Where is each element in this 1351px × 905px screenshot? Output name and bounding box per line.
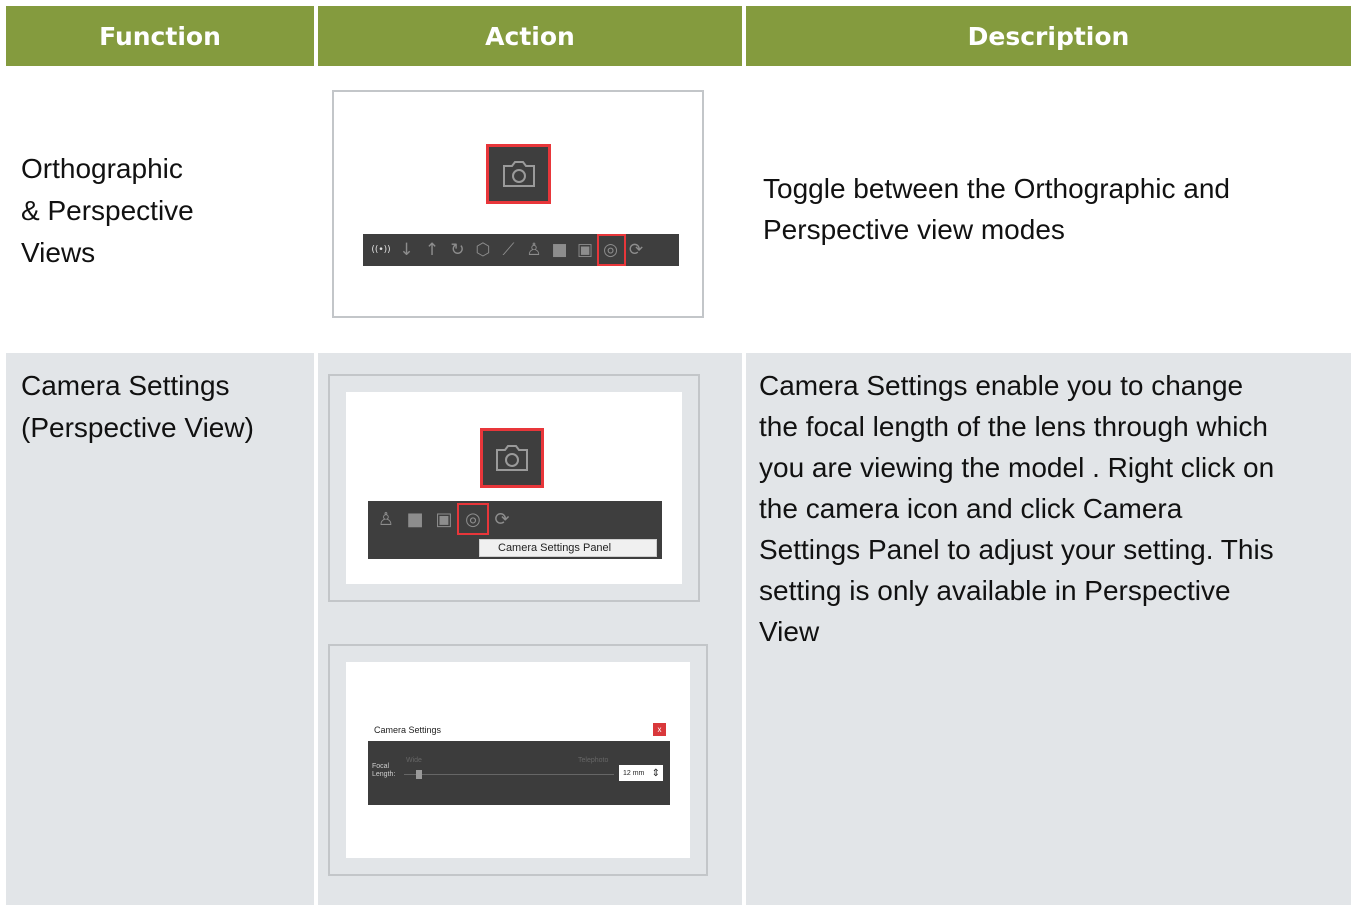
row2-description-line: Settings Panel to adjust your setting. T… [759,534,1274,565]
spinner-icon[interactable]: ⇕ [652,768,660,779]
header-description: Description [746,6,1351,66]
camera-icon-highlight [596,234,626,266]
row2-description-line: setting is only available in Perspective [759,575,1231,606]
wide-label: Wide [406,757,422,764]
close-icon[interactable]: x [653,723,666,736]
camera-icon-enlarged [486,144,551,204]
arrow-down-icon[interactable]: ↓ [396,234,418,266]
focal-length-input[interactable]: 12 mm ⇕ [619,765,663,781]
signal-icon[interactable]: ((•)) [370,234,392,266]
camera-rotate-icon[interactable]: ⟳ [625,234,647,266]
row1-description-line: Toggle between the Orthographic and [763,173,1230,204]
camera-icon [502,161,535,187]
row2-description-line: Camera Settings enable you to change [759,370,1244,401]
row2-function-line: Camera Settings [21,370,230,401]
row1-function-line: Orthographic [21,153,183,184]
cube-solid-icon[interactable]: ■ [549,234,571,266]
focal-label-line: Focal [372,763,390,770]
focal-slider-handle[interactable] [416,770,422,779]
row2-description-line: View [759,616,820,647]
row2-description-line: the focal length of the lens through whi… [759,411,1269,442]
arrow-up-icon[interactable]: ↑ [421,234,443,266]
rotate-icon[interactable]: ↻ [447,234,469,266]
focal-length-value: 12 mm [623,769,645,777]
cube-solid-icon[interactable]: ■ [403,504,427,534]
context-menu-item-camera-settings-panel[interactable]: Camera Settings Panel [479,539,657,557]
row2-screenshot-context-menu: ♙ ■ ▣ ◎ ⟳ Camera Settings Panel [328,374,700,602]
row2-description-line: you are viewing the model . Right click … [759,452,1275,483]
dialog-title: Camera Settings [368,719,670,741]
focal-slider-track[interactable] [404,774,614,775]
row2-description: Camera Settings enable you to change the… [759,365,1274,652]
image-icon[interactable]: ▣ [574,234,596,266]
camera-rotate-icon[interactable]: ⟳ [490,504,514,534]
row1-screenshot: ((•)) ↓ ↑ ↻ ⬡ ⟋ ♙ ■ ▣ ◎ ⟳ [332,90,704,318]
header-action: Action [318,6,742,66]
row1-function-line: Views [21,237,96,268]
image-icon[interactable]: ▣ [432,504,456,534]
person-icon[interactable]: ♙ [523,234,545,266]
row1-function: Orthographic & Perspective Views [21,148,194,274]
camera-icon-highlight [457,503,489,535]
camera-icon [496,445,528,471]
row2-description-line: the camera icon and click Camera [759,493,1183,524]
row1-function-line: & Perspective [21,195,194,226]
row2-function-line: (Perspective View) [21,412,254,443]
row1-description-line: Perspective view modes [763,214,1065,245]
telephoto-label: Telephoto [578,757,609,764]
camera-settings-dialog: Camera Settings x Focal Length: Wide Tel… [368,719,670,805]
row1-description: Toggle between the Orthographic and Pers… [763,168,1230,250]
focal-label-line: Length: [372,771,396,778]
ruler-icon[interactable]: ⟋ [498,234,520,266]
cube-outline-icon[interactable]: ⬡ [472,234,494,266]
camera-icon-enlarged [480,428,544,488]
row2-function: Camera Settings (Perspective View) [21,365,254,449]
focal-label: Focal Length: [372,763,395,779]
header-function: Function [6,6,314,66]
person-icon[interactable]: ♙ [374,504,398,534]
row2-screenshot-dialog: Camera Settings x Focal Length: Wide Tel… [328,644,708,876]
